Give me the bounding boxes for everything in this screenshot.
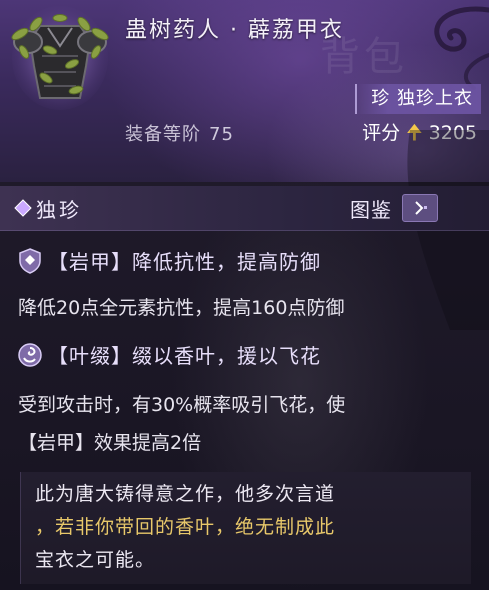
flavor-part-3: 宝衣之可能。 <box>35 549 156 571</box>
herb-armor-icon <box>10 6 110 112</box>
effect-title-2-text: 【叶缀】缀以香叶，援以飞花 <box>48 344 321 368</box>
rarity-label: 独珍 <box>36 198 82 222</box>
effect-desc-2-line1: 受到攻击时，有30%概率吸引飞花，使 <box>18 394 346 416</box>
atlas-label: 图鉴 <box>350 197 392 222</box>
flavor-text: 此为唐大铸得意之作，他多次言道 ，若非你带回的香叶，绝无制成此 宝衣之可能。 <box>35 478 465 577</box>
flavor-part-1: 此为唐大铸得意之作，他多次言道 <box>35 483 336 505</box>
effect-title-2: 【叶缀】缀以香叶，援以飞花 <box>18 340 321 369</box>
equip-rank-value: 75 <box>209 124 234 145</box>
shield-tag-icon <box>19 247 41 274</box>
effect-desc-1: 降低20点全元素抗性，提高160点防御 <box>18 297 345 319</box>
chevron-right-icon <box>402 194 438 222</box>
decorative-swirl-icon <box>434 6 489 90</box>
item-tooltip-card: 背包 蛊树药人 · 薜荔甲衣 珍 独珍上衣 装备等阶 75 评分 独珍 图鉴 【… <box>0 0 489 590</box>
rarity-gem-icon <box>14 199 32 217</box>
swirl-tag-icon <box>18 342 42 367</box>
effect-desc-2-line2: 【岩甲】效果提高2倍 <box>18 432 202 454</box>
item-name: 蛊树药人 · 薜荔甲衣 <box>125 18 344 43</box>
atlas-button[interactable]: 图鉴 <box>350 194 438 222</box>
effect-title-1: 【岩甲】降低抗性，提高防御 <box>18 246 321 275</box>
equip-rank: 装备等阶 75 <box>125 120 234 146</box>
rarity-bar: 独珍 图鉴 <box>0 186 489 231</box>
flavor-box: 此为唐大铸得意之作，他多次言道 ，若非你带回的香叶，绝无制成此 宝衣之可能。 <box>20 472 471 584</box>
equip-rank-label: 装备等阶 <box>125 124 201 145</box>
rarity-tag: 珍 独珍上衣 <box>355 84 481 114</box>
flavor-part-2: ，若非你带回的香叶，绝无制成此 <box>35 516 336 538</box>
effect-title-1-text: 【岩甲】降低抗性，提高防御 <box>48 250 321 274</box>
